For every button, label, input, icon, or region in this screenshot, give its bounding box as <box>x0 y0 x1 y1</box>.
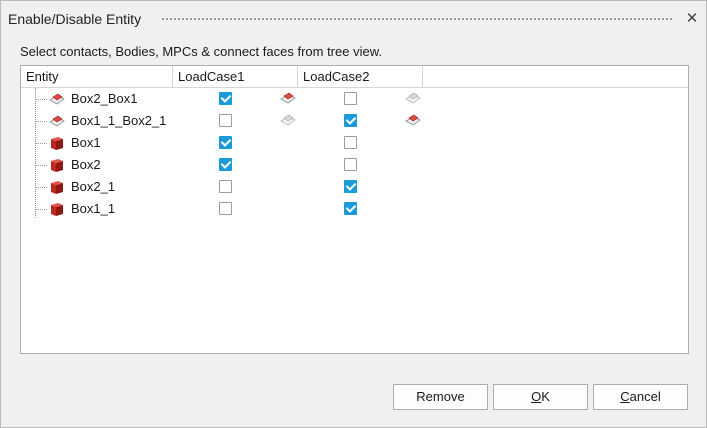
entity-label: Box1 <box>71 135 101 150</box>
contact-icon <box>49 115 65 127</box>
loadcase1-checkbox[interactable] <box>219 180 232 193</box>
title-bar[interactable]: Enable/Disable Entity ✕ <box>1 1 706 37</box>
ok-mnemonic: O <box>531 389 542 404</box>
cancel-button[interactable]: Cancel <box>593 384 688 410</box>
body-icon <box>51 181 63 194</box>
loadcase2-checkbox[interactable] <box>344 136 357 149</box>
tree-row[interactable]: Box1 <box>21 132 688 154</box>
close-icon[interactable]: ✕ <box>684 10 700 28</box>
body-icon <box>51 203 63 216</box>
entity-label: Box2_1 <box>71 179 116 194</box>
loadcase1-checkbox[interactable] <box>219 114 232 127</box>
entity-tree[interactable]: Entity LoadCase1 LoadCase2 Box2_Box1 Box… <box>20 65 689 354</box>
contact-active-icon <box>405 114 421 126</box>
loadcase2-checkbox[interactable] <box>344 92 357 105</box>
tree-branch-line <box>35 187 47 188</box>
entity-label: Box1_1 <box>71 201 116 216</box>
tree-branch-line <box>35 99 47 100</box>
column-header-entity[interactable]: Entity <box>21 66 173 87</box>
instruction-text: Select contacts, Bodies, MPCs & connect … <box>20 44 382 59</box>
dialog-title: Enable/Disable Entity <box>8 11 142 27</box>
tree-header: Entity LoadCase1 LoadCase2 <box>21 66 688 88</box>
column-header-loadcase1[interactable]: LoadCase1 <box>173 66 298 87</box>
tree-branch-line <box>35 165 47 166</box>
tree-row[interactable]: Box1_1 <box>21 198 688 220</box>
column-header-loadcase2[interactable]: LoadCase2 <box>298 66 423 87</box>
tree-branch-line <box>35 143 47 144</box>
remove-button[interactable]: Remove <box>393 384 488 410</box>
loadcase2-checkbox[interactable] <box>344 202 357 215</box>
contact-active-icon <box>280 92 296 104</box>
tree-branch-line <box>35 121 47 122</box>
body-icon <box>51 159 63 172</box>
contact-inactive-icon <box>405 92 421 104</box>
loadcase1-checkbox[interactable] <box>219 136 232 149</box>
loadcase1-checkbox[interactable] <box>219 202 232 215</box>
entity-label: Box1_1_Box2_1 <box>71 113 167 128</box>
tree-row[interactable]: Box1_1_Box2_1 <box>21 110 688 132</box>
drag-grip[interactable] <box>161 17 673 21</box>
entity-label: Box2 <box>71 157 101 172</box>
loadcase2-checkbox[interactable] <box>344 114 357 127</box>
cancel-label-rest: ancel <box>629 389 661 404</box>
cancel-mnemonic: C <box>620 389 630 404</box>
loadcase1-checkbox[interactable] <box>219 158 232 171</box>
ok-label-rest: K <box>541 389 550 404</box>
entity-label: Box2_Box1 <box>71 91 138 106</box>
contact-inactive-icon <box>280 114 296 126</box>
tree-row[interactable]: Box2 <box>21 154 688 176</box>
body-icon <box>51 137 63 150</box>
loadcase2-checkbox[interactable] <box>344 158 357 171</box>
contact-icon <box>49 93 65 105</box>
ok-button[interactable]: OK <box>493 384 588 410</box>
enable-disable-entity-dialog: Enable/Disable Entity ✕ Select contacts,… <box>0 0 707 428</box>
tree-branch-line <box>35 209 47 210</box>
loadcase2-checkbox[interactable] <box>344 180 357 193</box>
tree-row[interactable]: Box2_1 <box>21 176 688 198</box>
tree-row[interactable]: Box2_Box1 <box>21 88 688 110</box>
loadcase1-checkbox[interactable] <box>219 92 232 105</box>
